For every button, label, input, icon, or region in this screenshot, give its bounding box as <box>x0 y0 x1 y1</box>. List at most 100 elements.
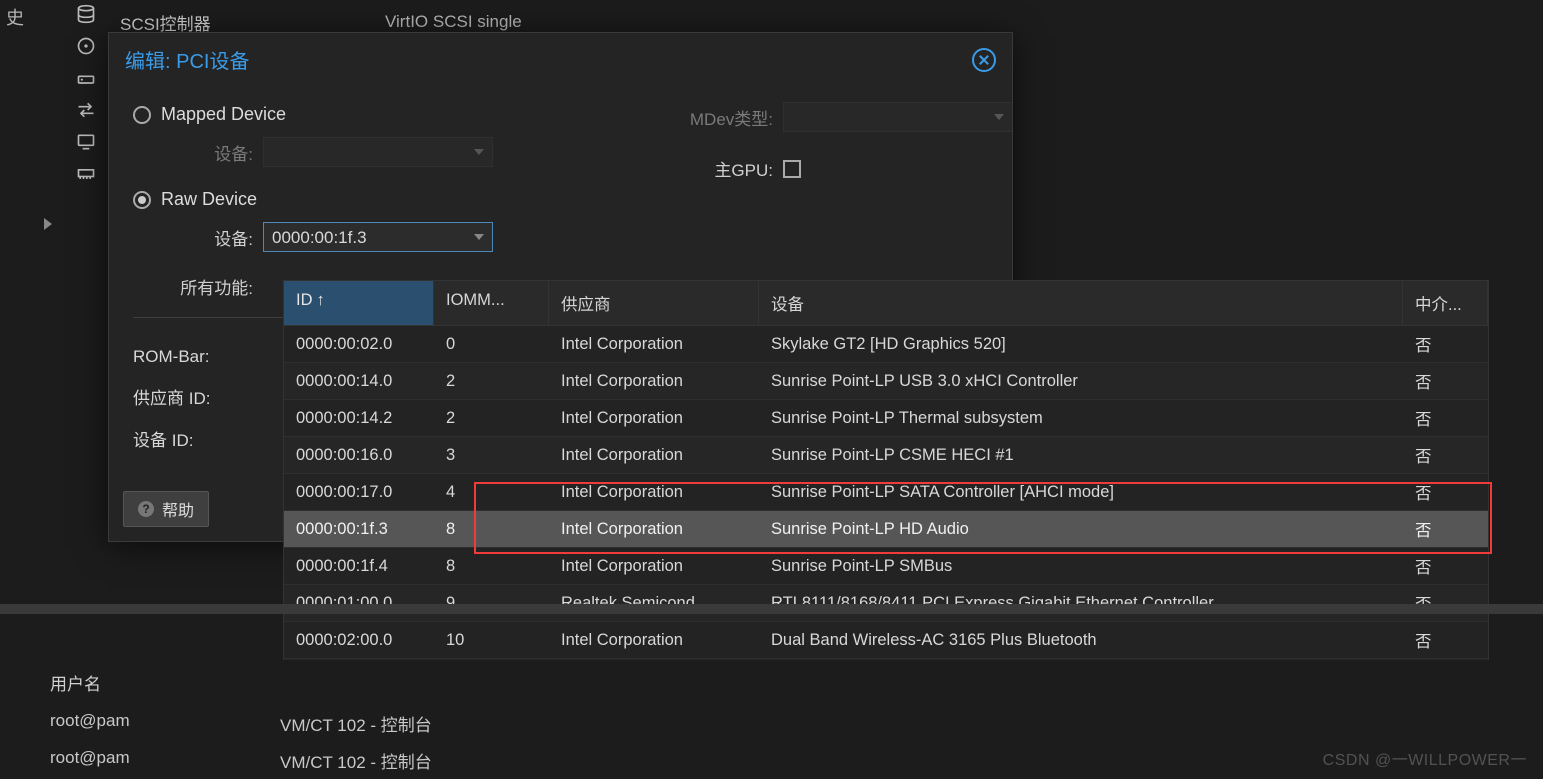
grid-cell: 0000:00:02.0 <box>284 335 434 354</box>
grid-row[interactable]: 0000:00:16.03Intel CorporationSunrise Po… <box>284 437 1488 474</box>
grid-cell: 8 <box>434 520 549 539</box>
help-button-label: 帮助 <box>162 497 194 521</box>
expand-icon[interactable] <box>44 218 52 230</box>
grid-cell: Intel Corporation <box>549 335 759 354</box>
grid-cell: Intel Corporation <box>549 372 759 391</box>
grid-cell: 0000:00:1f.4 <box>284 557 434 576</box>
grid-cell: 0000:00:14.2 <box>284 409 434 428</box>
pci-icon <box>76 164 96 184</box>
display-icon <box>76 132 96 152</box>
chevron-down-icon <box>994 114 1004 120</box>
close-icon[interactable] <box>972 48 996 72</box>
grid-cell: Intel Corporation <box>549 557 759 576</box>
chevron-down-icon <box>474 149 484 155</box>
col-mediated[interactable]: 中介... <box>1403 281 1488 325</box>
storage-icon <box>76 4 96 24</box>
col-vendor[interactable]: 供应商 <box>549 281 759 325</box>
device-combo[interactable]: 0000:00:1f.3 <box>263 222 493 252</box>
log-task: VM/CT 102 - 控制台 <box>280 711 432 736</box>
grid-cell: 0000:02:00.0 <box>284 631 434 650</box>
grid-cell: 4 <box>434 483 549 502</box>
grid-cell: Sunrise Point-LP SATA Controller [AHCI m… <box>759 483 1403 502</box>
grid-cell: 0000:00:14.0 <box>284 372 434 391</box>
mdev-type-label: MDev类型: <box>653 105 773 130</box>
col-device[interactable]: 设备 <box>759 281 1403 325</box>
grid-cell: Sunrise Point-LP HD Audio <box>759 520 1403 539</box>
grid-cell: 3 <box>434 446 549 465</box>
grid-cell: Sunrise Point-LP USB 3.0 xHCI Controller <box>759 372 1403 391</box>
grid-cell: 8 <box>434 557 549 576</box>
grid-row[interactable]: 0000:00:17.04Intel CorporationSunrise Po… <box>284 474 1488 511</box>
history-label: 史 <box>6 4 24 30</box>
log-user: root@pam <box>50 748 280 773</box>
log-user: root@pam <box>50 711 280 736</box>
grid-row[interactable]: 0000:00:02.00Intel CorporationSkylake GT… <box>284 326 1488 363</box>
grid-cell: 否 <box>1403 369 1488 393</box>
grid-cell: 0000:00:17.0 <box>284 483 434 502</box>
grid-row[interactable]: 0000:02:00.010Intel CorporationDual Band… <box>284 622 1488 659</box>
log-row[interactable]: root@pamVM/CT 102 - 控制台 <box>0 705 1543 742</box>
dialog-header: 编辑: PCI设备 <box>109 33 1012 84</box>
task-log: 用户名 root@pamVM/CT 102 - 控制台root@pamVM/CT… <box>0 660 1543 778</box>
radio-raw-device[interactable] <box>133 191 151 209</box>
grid-cell: 10 <box>434 631 549 650</box>
grid-cell: Intel Corporation <box>549 483 759 502</box>
grid-cell: 否 <box>1403 517 1488 541</box>
grid-cell: Dual Band Wireless-AC 3165 Plus Bluetoot… <box>759 631 1403 650</box>
chevron-down-icon <box>474 234 484 240</box>
raw-device-label: Raw Device <box>161 189 257 210</box>
disc-icon <box>76 36 96 56</box>
device-combo-disabled <box>263 137 493 167</box>
grid-cell: 否 <box>1403 480 1488 504</box>
log-row[interactable]: root@pamVM/CT 102 - 控制台 <box>0 742 1543 779</box>
col-id[interactable]: ID↑ <box>284 281 434 325</box>
grid-cell: Intel Corporation <box>549 631 759 650</box>
bg-row-value: VirtIO SCSI single <box>385 12 522 32</box>
pci-device-grid: ID↑ IOMM... 供应商 设备 中介... 0000:00:02.00In… <box>283 280 1489 697</box>
grid-row[interactable]: 0000:00:14.22Intel CorporationSunrise Po… <box>284 400 1488 437</box>
grid-cell: 0000:00:16.0 <box>284 446 434 465</box>
log-user-header: 用户名 <box>0 660 1543 705</box>
grid-cell: Sunrise Point-LP CSME HECI #1 <box>759 446 1403 465</box>
mdev-type-combo <box>783 102 1013 132</box>
main-gpu-label: 主GPU: <box>653 156 773 181</box>
hdd-icon <box>76 68 96 88</box>
all-functions-label: 所有功能: <box>133 274 253 299</box>
grid-row[interactable]: 0000:00:1f.48Intel CorporationSunrise Po… <box>284 548 1488 585</box>
grid-cell: Sunrise Point-LP SMBus <box>759 557 1403 576</box>
grid-cell: 否 <box>1403 554 1488 578</box>
grid-cell: 否 <box>1403 406 1488 430</box>
grid-row[interactable]: 0000:00:1f.38Intel CorporationSunrise Po… <box>284 511 1488 548</box>
dialog-title: 编辑: PCI设备 <box>125 45 249 74</box>
grid-cell: 0000:00:1f.3 <box>284 520 434 539</box>
grid-cell: 2 <box>434 372 549 391</box>
device-label: 设备: <box>133 225 253 250</box>
grid-row[interactable]: 0000:00:14.02Intel CorporationSunrise Po… <box>284 363 1488 400</box>
sort-up-icon: ↑ <box>317 291 325 309</box>
watermark: CSDN @一WILLPOWER一 <box>1323 746 1527 770</box>
grid-cell: Intel Corporation <box>549 446 759 465</box>
col-id-label: ID <box>296 291 313 309</box>
grid-cell: Sunrise Point-LP Thermal subsystem <box>759 409 1403 428</box>
radio-mapped-device[interactable] <box>133 106 151 124</box>
splitter-bar[interactable] <box>0 604 1543 614</box>
main-gpu-checkbox[interactable] <box>783 160 801 178</box>
grid-cell: Intel Corporation <box>549 409 759 428</box>
device-combo-value: 0000:00:1f.3 <box>264 223 492 253</box>
grid-cell: 0 <box>434 335 549 354</box>
device-label-disabled: 设备: <box>133 140 253 165</box>
grid-cell: Intel Corporation <box>549 520 759 539</box>
col-iommu[interactable]: IOMM... <box>434 281 549 325</box>
help-icon: ? <box>138 501 154 517</box>
left-sidebar-icons <box>76 4 96 184</box>
network-icon <box>76 100 96 120</box>
grid-cell: 否 <box>1403 628 1488 652</box>
grid-cell: Skylake GT2 [HD Graphics 520] <box>759 335 1403 354</box>
grid-cell: 2 <box>434 409 549 428</box>
grid-cell: 否 <box>1403 443 1488 467</box>
log-task: VM/CT 102 - 控制台 <box>280 748 432 773</box>
help-button[interactable]: ? 帮助 <box>123 491 209 527</box>
grid-header: ID↑ IOMM... 供应商 设备 中介... <box>284 281 1488 326</box>
mapped-device-label: Mapped Device <box>161 104 286 125</box>
grid-cell: 否 <box>1403 332 1488 356</box>
